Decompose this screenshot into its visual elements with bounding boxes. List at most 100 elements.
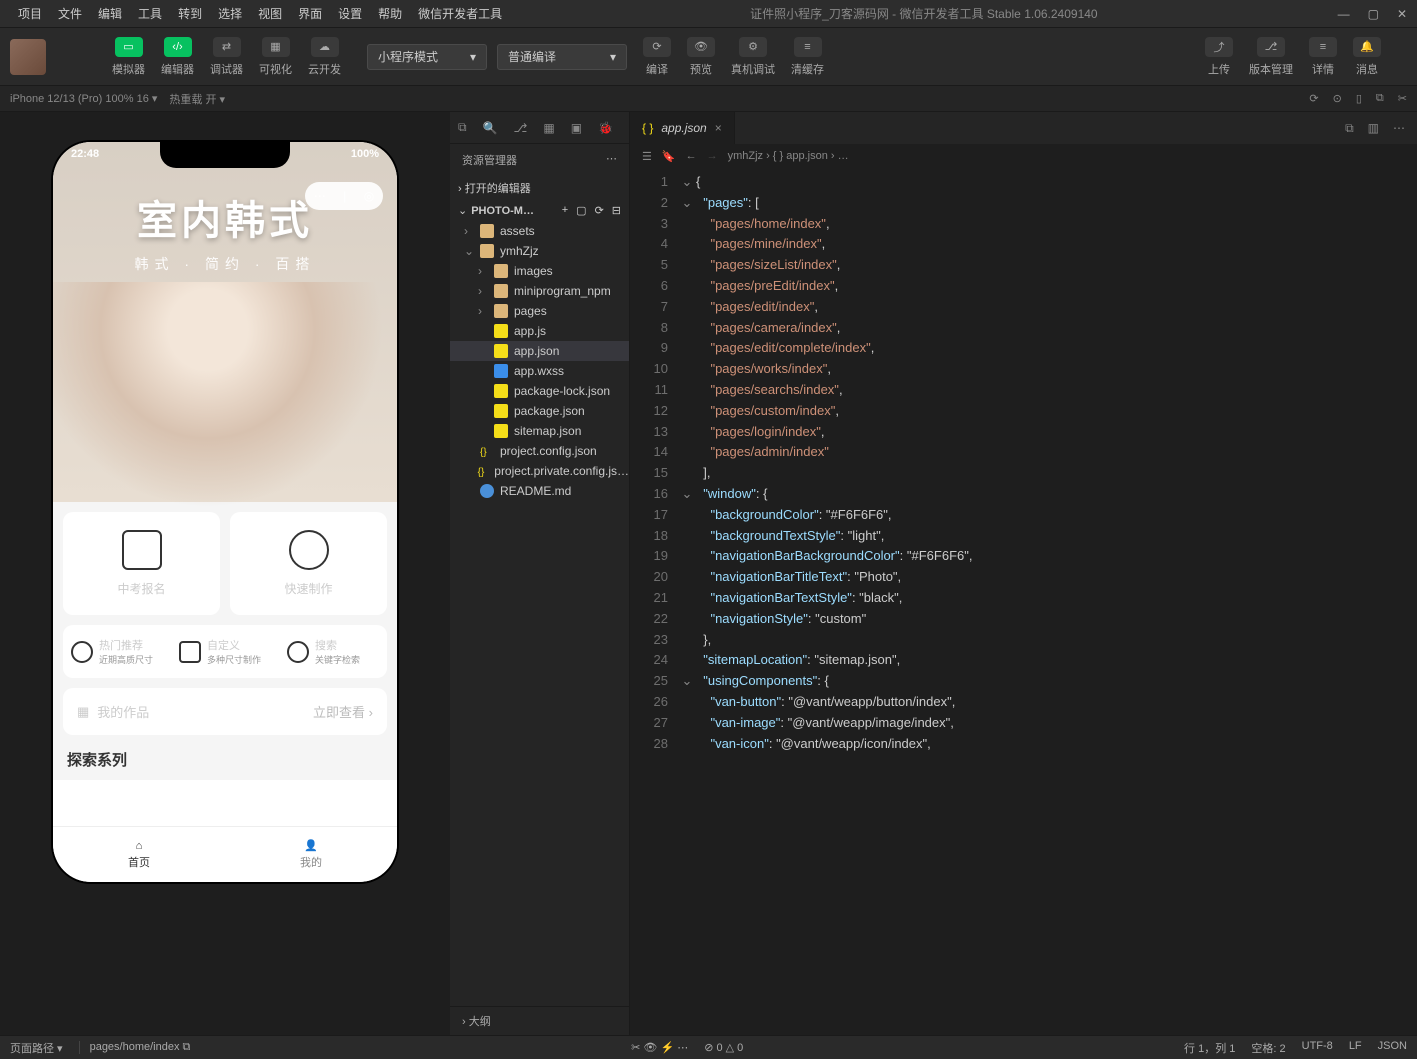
close-icon[interactable]: ✕ [1397, 7, 1407, 21]
card-exam-signup[interactable]: 中考报名 [63, 512, 220, 615]
device-icon[interactable]: ▯ [1356, 92, 1362, 105]
menu-devtools[interactable]: 微信开发者工具 [410, 5, 510, 22]
tree-item-app-json[interactable]: app.json [450, 341, 629, 361]
card-quick-make[interactable]: 快速制作 [230, 512, 387, 615]
menu-file[interactable]: 文件 [50, 5, 90, 22]
visualize-button[interactable]: ▦可视化 [253, 33, 298, 81]
indent-info[interactable]: 空格: 2 [1251, 1040, 1285, 1056]
debug-icon[interactable]: 🐞 [598, 121, 613, 135]
mode-dropdown[interactable]: 小程序模式▾ [367, 44, 487, 70]
compile-mode-dropdown[interactable]: 普通编译▾ [497, 44, 627, 70]
minimize-icon[interactable]: — [1338, 7, 1350, 21]
details-button[interactable]: ≡详情 [1303, 33, 1343, 81]
tab-close-icon[interactable]: × [715, 121, 722, 135]
new-folder-icon[interactable]: ▢ [576, 204, 586, 217]
encoding-info[interactable]: UTF-8 [1302, 1040, 1333, 1056]
tree-item-pages[interactable]: ›pages [450, 301, 629, 321]
split-icon[interactable]: ⧉ [1345, 121, 1354, 136]
hero-subtitle: 韩式 · 简约 · 百搭 [135, 254, 316, 274]
new-file-icon[interactable]: + [562, 204, 568, 217]
record-icon[interactable]: ⊙ [1333, 92, 1342, 105]
cursor-position[interactable]: 行 1，列 1 [1184, 1040, 1235, 1056]
card-hot[interactable]: 热门推荐近期高质尺寸 [63, 625, 171, 678]
capsule-target-icon[interactable]: ◎ [364, 189, 374, 203]
card-custom[interactable]: 自定义多种尺寸制作 [171, 625, 279, 678]
menu-tools[interactable]: 工具 [130, 5, 170, 22]
hotreload-toggle[interactable]: 热重载 开 ▾ [169, 91, 225, 107]
project-avatar[interactable] [10, 39, 46, 75]
problems-count[interactable]: ⊘ 0 △ 0 [704, 1041, 743, 1054]
card-search[interactable]: 搜索关键字检索 [279, 625, 387, 678]
tree-item-package-json[interactable]: package.json [450, 401, 629, 421]
preview-button[interactable]: 👁预览 [681, 33, 721, 81]
sim-controls[interactable]: ✂ 👁 ⚡ ⋯ [631, 1041, 688, 1054]
page-path-value[interactable]: pages/home/index ⧉ [79, 1041, 191, 1054]
extensions-icon[interactable]: ▦ [543, 121, 554, 135]
tree-item-images[interactable]: ›images [450, 261, 629, 281]
files-icon[interactable]: ⧉ [458, 120, 467, 135]
tree-item-assets[interactable]: ›assets [450, 221, 629, 241]
eol-info[interactable]: LF [1349, 1040, 1362, 1056]
editor-button[interactable]: ‹/›编辑器 [155, 33, 200, 81]
layout-icon[interactable]: ▥ [1368, 121, 1379, 136]
tree-item-readme-md[interactable]: README.md [450, 481, 629, 501]
tab-home[interactable]: ⌂首页 [53, 827, 225, 882]
capsule-menu[interactable]: ⋯|◎ [305, 182, 383, 210]
list-icon[interactable]: ☰ [642, 150, 652, 163]
tree-item-project-config-json[interactable]: project.config.json [450, 441, 629, 461]
menu-edit[interactable]: 编辑 [90, 5, 130, 22]
breadcrumb-path[interactable]: ymhZjz › { } app.json › … [728, 150, 849, 162]
cloud-button[interactable]: ☁云开发 [302, 33, 347, 81]
statusbar: 页面路径 ▾ pages/home/index ⧉ ✂ 👁 ⚡ ⋯ ⊘ 0 △ … [0, 1035, 1417, 1059]
menu-project[interactable]: 项目 [10, 5, 50, 22]
outline-header[interactable]: › 大纲 [450, 1006, 629, 1035]
menu-dots-icon[interactable]: ⋯ [314, 189, 326, 203]
search-panel-icon[interactable]: 🔍 [483, 121, 498, 135]
clear-cache-button[interactable]: ≡清缓存 [785, 33, 830, 81]
tree-item-sitemap-json[interactable]: sitemap.json [450, 421, 629, 441]
terminal-icon[interactable]: ▣ [571, 121, 582, 135]
menu-view[interactable]: 视图 [250, 5, 290, 22]
compile-button[interactable]: ⟳编译 [637, 33, 677, 81]
git-icon[interactable]: ⎇ [514, 121, 528, 135]
tab-app-json[interactable]: { } app.json × [630, 112, 735, 144]
device-selector[interactable]: iPhone 12/13 (Pro) 100% 16 ▾ [10, 92, 157, 105]
code-content[interactable]: { "pages": [ "pages/home/index", "pages/… [696, 168, 1417, 1035]
tree-item-app-wxss[interactable]: app.wxss [450, 361, 629, 381]
tree-item-app-js[interactable]: app.js [450, 321, 629, 341]
explorer-more-icon[interactable]: ⋯ [606, 152, 617, 168]
menu-goto[interactable]: 转到 [170, 5, 210, 22]
card-my-works[interactable]: ▦我的作品 立即查看 › [63, 688, 387, 735]
debugger-button[interactable]: ⇄调试器 [204, 33, 249, 81]
bookmark-icon[interactable]: 🔖 [662, 150, 676, 163]
menu-settings[interactable]: 设置 [330, 5, 370, 22]
messages-button[interactable]: 🔔消息 [1347, 33, 1387, 81]
tree-item-miniprogram-npm[interactable]: ›miniprogram_npm [450, 281, 629, 301]
collapse-icon[interactable]: ⊟ [612, 204, 621, 217]
menu-help[interactable]: 帮助 [370, 5, 410, 22]
back-icon[interactable]: ← [686, 150, 697, 162]
opened-editors-header[interactable]: › 打开的编辑器 [450, 176, 629, 200]
cut-icon[interactable]: ✂ [1398, 92, 1407, 105]
tree-item-package-lock-json[interactable]: package-lock.json [450, 381, 629, 401]
version-button[interactable]: ⎇版本管理 [1243, 33, 1299, 81]
maximize-icon[interactable]: ▢ [1368, 7, 1379, 21]
project-root[interactable]: ⌄PHOTO-M… + ▢ ⟳ ⊟ [450, 200, 629, 221]
upload-button[interactable]: ⤴上传 [1199, 33, 1239, 81]
refresh-icon[interactable]: ⟳ [1309, 92, 1318, 105]
page-path-label[interactable]: 页面路径 ▾ [10, 1040, 63, 1056]
tree-item-project-private-config-js-[interactable]: project.private.config.js… [450, 461, 629, 481]
real-device-button[interactable]: ⚙真机调试 [725, 33, 781, 81]
menu-interface[interactable]: 界面 [290, 5, 330, 22]
tab-mine[interactable]: 👤我的 [225, 827, 397, 882]
simulator-button[interactable]: ▭模拟器 [106, 33, 151, 81]
language-mode[interactable]: JSON [1378, 1040, 1407, 1056]
fold-column[interactable]: ⌄⌄⌄⌄ [678, 168, 696, 1035]
more-icon[interactable]: ⋯ [1393, 121, 1405, 136]
forward-icon[interactable]: → [707, 150, 718, 162]
menu-select[interactable]: 选择 [210, 5, 250, 22]
copy-icon[interactable]: ⧉ [1376, 92, 1384, 105]
code-editor[interactable]: 1234567891011121314151617181920212223242… [630, 168, 1417, 1035]
refresh-tree-icon[interactable]: ⟳ [595, 204, 604, 217]
tree-item-ymhzjz[interactable]: ⌄ymhZjz [450, 241, 629, 261]
